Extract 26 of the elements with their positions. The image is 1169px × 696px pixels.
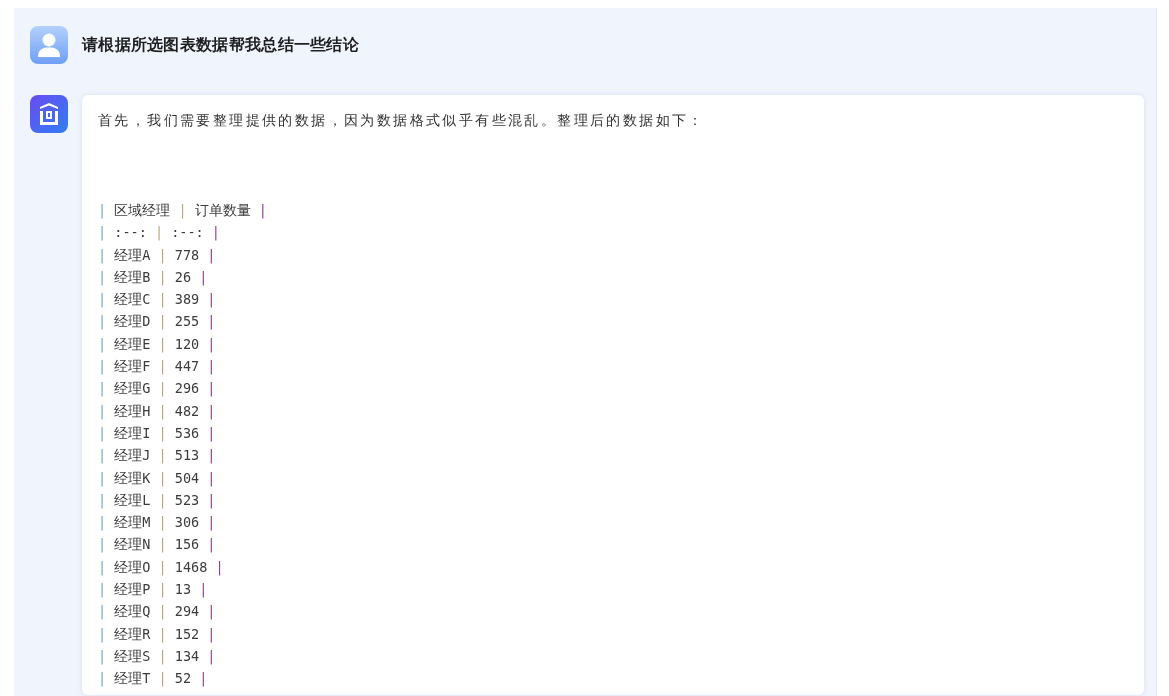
markdown-table-line: | 经理H | 482 |: [98, 401, 216, 422]
markdown-table-line: | 经理B | 26 |: [98, 267, 208, 288]
markdown-table-line: | 经理P | 13 |: [98, 580, 208, 600]
markdown-table-line: | 经理C | 389 |: [98, 290, 216, 310]
markdown-table-line: | 经理A | 778 |: [98, 245, 216, 266]
markdown-table-line: | 经理Q | 294 |: [98, 602, 216, 622]
markdown-table-line: | 经理J | 513 |: [98, 446, 216, 466]
markdown-table-line: | :--: | :--: |: [98, 223, 220, 243]
markdown-table-line: | 经理K | 504 |: [98, 468, 216, 489]
markdown-table-line: | 经理T | 52 |: [98, 669, 208, 689]
markdown-table-line: | 经理S | 134 |: [98, 646, 216, 667]
markdown-table-line: | 经理O | 1468 |: [98, 557, 224, 578]
markdown-table-line: | 经理D | 255 |: [98, 312, 216, 332]
markdown-table-line: | 经理G | 296 |: [98, 379, 216, 399]
markdown-table-line: | 经理R | 152 |: [98, 624, 216, 645]
markdown-table-line: | 经理F | 447 |: [98, 357, 216, 377]
user-avatar-icon: [30, 26, 68, 64]
markdown-table-line: | 区域经理 | 订单数量 |: [98, 201, 267, 221]
answer-text: 首先，我们需要整理提供的数据，因为数据格式似乎有些混乱。整理后的数据如下：: [98, 111, 706, 130]
markdown-table-line: | 经理M | 306 |: [98, 513, 216, 533]
markdown-table-line: | 经理N | 156 |: [98, 535, 216, 555]
markdown-table-line: | 经理L | 523 |: [98, 490, 216, 511]
assistant-avatar-icon: [30, 95, 68, 133]
markdown-table-line: | 经理I | 536 |: [98, 423, 216, 444]
markdown-table-line: | 经理E | 120 |: [98, 334, 216, 355]
question-text: 请根据所选图表数据帮我总结一些结论: [82, 34, 360, 56]
